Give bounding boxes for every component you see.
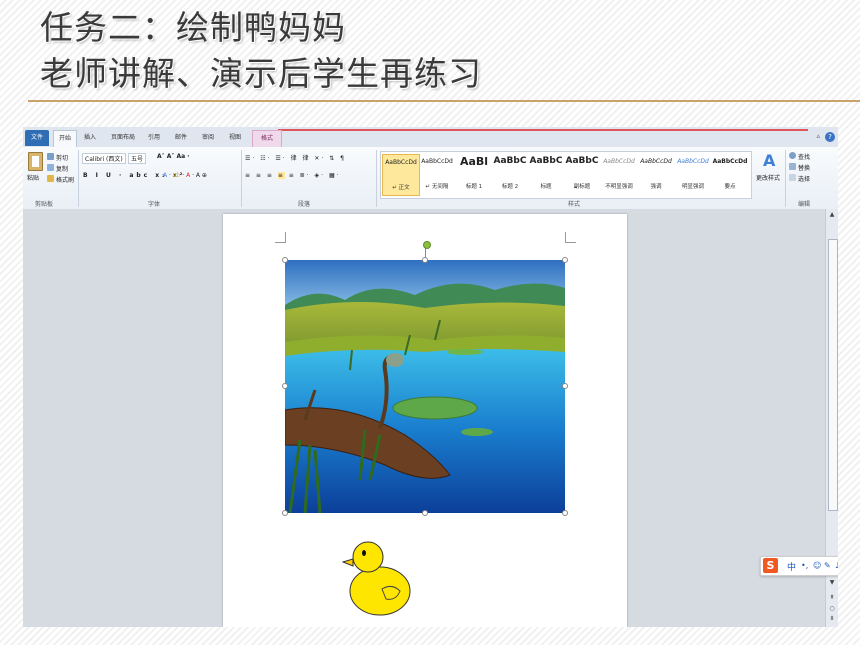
resize-handle[interactable] (562, 510, 568, 516)
styles-group-label: 样式 (568, 201, 581, 208)
sogou-logo: S (763, 558, 778, 573)
word-window-screenshot: 文件 开始 插入 页面布局 引用 邮件 审阅 视图 格式 ▵ ? 粘贴 剪切 复… (23, 127, 838, 627)
tab-file[interactable]: 文件 (25, 130, 49, 146)
paste-icon[interactable] (28, 152, 43, 171)
style-heading-1[interactable]: AaBl 标题 1 (456, 154, 492, 194)
style-strong[interactable]: AaBbCcDd 要点 (712, 154, 748, 194)
resize-handle[interactable] (282, 510, 288, 516)
font-name-select[interactable]: Calibri (西文) (82, 153, 126, 164)
style-title[interactable]: AaBbC 标题 (528, 154, 564, 194)
resize-handle[interactable] (562, 383, 568, 389)
ribbon: 粘贴 剪切 复制 格式刷 剪贴板 Calibri (西文) 五号 A˄ A˅ A… (23, 147, 838, 210)
title-underline (28, 100, 860, 102)
paste-button[interactable]: 粘贴 (27, 173, 39, 182)
font-size-select[interactable]: 五号 (128, 153, 147, 164)
punctuation-icon[interactable]: •, (801, 561, 808, 570)
font-group-label: 字体 (148, 201, 161, 208)
style-subtle-emphasis[interactable]: AaBbCcDd 不明显强调 (601, 154, 637, 194)
tab-review[interactable]: 审阅 (197, 130, 219, 146)
scroll-up-icon[interactable]: ▲ (828, 211, 836, 218)
styles-gallery: AaBbCcDd ↵ 正文 AaBbCcDd ↵ 无间隔 AaBl 标题 1 A… (380, 151, 752, 199)
tab-insert[interactable]: 插入 (79, 130, 101, 146)
tab-mailings[interactable]: 邮件 (170, 130, 192, 146)
tab-home[interactable]: 开始 (53, 130, 77, 147)
tab-format[interactable]: 格式 (252, 130, 282, 147)
replace-icon[interactable] (789, 163, 796, 170)
style-heading-2[interactable]: AaBbC 标题 2 (492, 154, 528, 194)
group-divider (376, 150, 377, 207)
microphone-icon[interactable]: ♪ (835, 561, 838, 570)
tab-accent-line (278, 129, 808, 131)
font-color-buttons[interactable]: A · ab · A · A ⊕ (163, 172, 207, 179)
copy-icon[interactable] (47, 164, 54, 171)
scrollbar-thumb[interactable] (828, 239, 838, 511)
tab-references[interactable]: 引用 (143, 130, 165, 146)
resize-handle[interactable] (422, 257, 428, 263)
resize-handle[interactable] (422, 510, 428, 516)
resize-handle[interactable] (282, 257, 288, 263)
alignment-buttons[interactable]: ≡ ≡ ≡ ≡ ≡ ≣· ◈· ▦· (245, 172, 341, 179)
editing-group-label: 编辑 (798, 201, 811, 208)
slide-title-line-1: 任务二：绘制鸭妈妈 (40, 8, 346, 47)
rotate-handle[interactable] (423, 241, 431, 249)
style-intense-emphasis[interactable]: AaBbCcDd 明显强调 (675, 154, 711, 194)
emoji-icon[interactable]: ☺ (813, 561, 821, 570)
prev-page-icon[interactable]: ⇞ (828, 594, 836, 601)
group-divider (241, 150, 242, 207)
paragraph-group-label: 段落 (298, 201, 311, 208)
minimize-ribbon-icon[interactable]: ▵ (816, 132, 820, 140)
format-painter-button[interactable]: 格式刷 (56, 175, 74, 184)
clipboard-group-label: 剪贴板 (35, 201, 54, 208)
help-icon[interactable]: ? (825, 132, 835, 142)
style-subtitle[interactable]: AaBbC 副标题 (564, 154, 600, 194)
change-styles-icon[interactable]: A (763, 151, 775, 170)
font-size-controls[interactable]: A˄ A˅ Aa · (157, 153, 190, 160)
copy-button[interactable]: 复制 (56, 164, 68, 173)
select-icon[interactable] (789, 174, 796, 181)
group-divider (78, 150, 79, 207)
pond-picture[interactable] (285, 260, 565, 513)
scroll-down-icon[interactable]: ▼ (828, 579, 836, 586)
find-button[interactable]: 查找 (798, 152, 810, 161)
slide-title-line-2: 老师讲解、演示后学生再练习 (40, 54, 482, 93)
style-normal[interactable]: AaBbCcDd ↵ 正文 (382, 154, 420, 196)
next-page-icon[interactable]: ⇟ (828, 615, 836, 622)
document-page[interactable] (223, 214, 627, 627)
list-buttons[interactable]: ☰· ☷· ☰· 律 律 ✕· ⇅ ¶ (245, 153, 346, 162)
style-no-spacing[interactable]: AaBbCcDd ↵ 无间隔 (419, 154, 455, 194)
duck-drawing[interactable] (342, 539, 414, 619)
page-corner-mark (565, 232, 576, 243)
cut-button[interactable]: 剪切 (56, 153, 68, 162)
browse-object-icon[interactable]: ○ (828, 605, 836, 612)
scissors-icon[interactable] (47, 153, 54, 160)
page-corner-mark (275, 232, 286, 243)
ribbon-tab-bar: 文件 开始 插入 页面布局 引用 邮件 审阅 视图 格式 ▵ ? (23, 127, 838, 148)
resize-handle[interactable] (282, 383, 288, 389)
ime-toolbar[interactable]: S 中 •, ☺ ✎ ♪ ▦ (760, 556, 838, 576)
change-styles-button[interactable]: 更改样式 (756, 173, 780, 182)
style-emphasis[interactable]: AaBbCcDd 强调 (638, 154, 674, 194)
format-painter-icon[interactable] (47, 175, 54, 182)
tab-page-layout[interactable]: 页面布局 (107, 130, 139, 146)
replace-button[interactable]: 替换 (798, 163, 810, 172)
select-button[interactable]: 选择 (798, 174, 810, 183)
tab-view[interactable]: 视图 (224, 130, 246, 146)
find-icon[interactable] (789, 152, 796, 159)
pen-icon[interactable]: ✎ (824, 561, 831, 570)
group-divider (785, 150, 786, 207)
resize-handle[interactable] (562, 257, 568, 263)
pond-illustration (285, 260, 565, 513)
ime-mode[interactable]: 中 (787, 560, 796, 573)
